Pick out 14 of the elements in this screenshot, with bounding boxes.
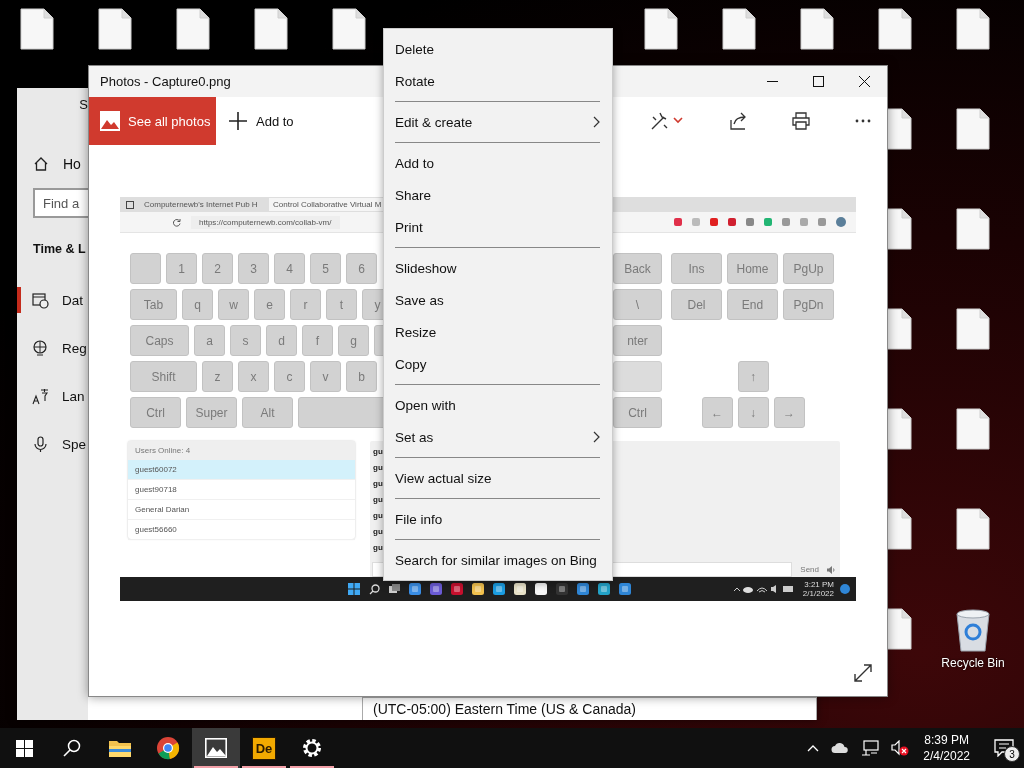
window-title: S bbox=[79, 96, 88, 112]
notification-count-badge: 3 bbox=[1004, 746, 1020, 762]
chat-message: gu bbox=[373, 527, 383, 538]
section-heading: Time & L bbox=[33, 242, 87, 256]
users-header: Users Online: 4 bbox=[128, 441, 355, 460]
clock-date: 2/1/2022 bbox=[802, 589, 834, 598]
clock-time: 3:21 PM bbox=[804, 580, 834, 589]
chat-message: gu bbox=[373, 447, 383, 458]
chat-message: gu bbox=[373, 479, 383, 490]
chat-message: gu bbox=[373, 495, 383, 506]
chat-message: gu bbox=[373, 511, 383, 522]
chat-message: gu bbox=[373, 463, 383, 474]
window-title: Photos - Capture0.png bbox=[100, 74, 231, 89]
chat-message: gu bbox=[373, 543, 383, 554]
